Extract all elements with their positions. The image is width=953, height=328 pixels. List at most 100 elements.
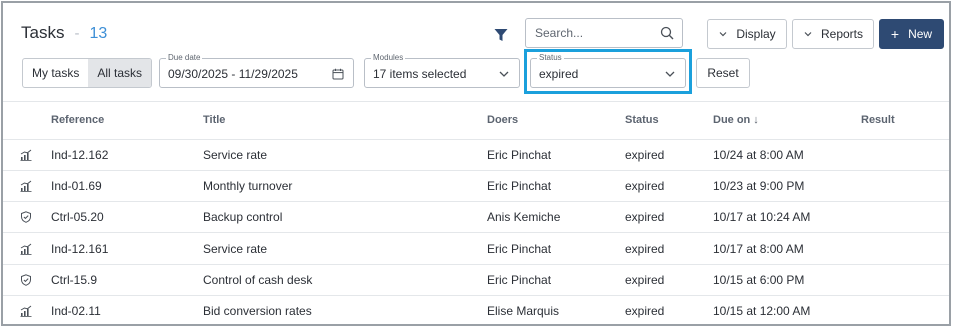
modules-filter[interactable]: Modules 17 items selected (364, 53, 520, 88)
tasks-table: Reference Title Doers Status Due on ↓ Res… (3, 102, 949, 324)
filter-icon[interactable] (494, 28, 508, 42)
doers-cell: Elise Marquis (487, 295, 625, 324)
chevron-down-icon (804, 32, 812, 37)
result-cell (861, 201, 949, 234)
search-input[interactable] (526, 19, 646, 47)
status-cell: expired (625, 139, 713, 171)
row-type-cell (3, 139, 51, 171)
due-date-legend: Due date (166, 53, 203, 63)
new-button[interactable]: + New (879, 19, 944, 49)
title-cell[interactable]: Monthly turnover (203, 170, 487, 203)
due-date-filter[interactable]: Due date 09/30/2025 - 11/29/2025 (159, 53, 354, 88)
col-status-label: Status (625, 114, 659, 127)
row-type-cell (3, 264, 51, 296)
row-type-cell (3, 295, 51, 324)
col-due-on-label: Due on (713, 114, 751, 127)
table-row[interactable]: Ind-12.161 Service rate Eric Pinchat expire… (3, 232, 949, 265)
col-due-on[interactable]: Due on ↓ (713, 102, 861, 140)
table-row[interactable]: Ind-01.69 Monthly turnover Eric Pinchat exp… (3, 170, 949, 203)
plus-icon: + (890, 26, 900, 42)
status-legend: Status (537, 53, 564, 63)
reset-button[interactable]: Reset (696, 58, 750, 88)
page-title: Tasks (21, 23, 65, 42)
col-doers[interactable]: Doers (487, 102, 625, 140)
task-scope-toggle: My tasks All tasks (22, 58, 153, 88)
col-result[interactable]: Result (861, 102, 949, 140)
reference-cell[interactable]: Ind-12.161 (51, 232, 203, 265)
display-button[interactable]: Display (707, 19, 787, 49)
due-on-cell: 10/15 at 12:00 AM (713, 295, 861, 324)
table-row[interactable]: Ind-12.162 Service rate Eric Pinchat expire… (3, 139, 949, 171)
doers-cell: Eric Pinchat (487, 264, 625, 296)
row-type-cell (3, 232, 51, 265)
reference-cell[interactable]: Ind-01.69 (51, 170, 203, 203)
reports-button[interactable]: Reports (792, 19, 874, 49)
col-title-label: Title (203, 114, 226, 127)
col-reference[interactable]: Reference (51, 102, 203, 140)
title-cell[interactable]: Service rate (203, 232, 487, 265)
doers-cell: Eric Pinchat (487, 139, 625, 171)
col-doers-label: Doers (487, 114, 519, 127)
due-date-value: 09/30/2025 - 11/29/2025 (168, 67, 298, 81)
chart-icon (20, 243, 32, 255)
my-tasks-toggle[interactable]: My tasks (23, 59, 88, 87)
search-icon[interactable] (660, 26, 674, 40)
doers-cell: Eric Pinchat (487, 170, 625, 203)
row-type-cell (3, 170, 51, 203)
result-cell (861, 170, 949, 203)
col-status[interactable]: Status (625, 102, 713, 140)
doers-cell: Anis Kemiche (487, 201, 625, 234)
due-on-cell: 10/24 at 8:00 AM (713, 139, 861, 171)
sort-desc-icon[interactable]: ↓ (753, 114, 759, 126)
row-type-cell (3, 201, 51, 234)
title-cell[interactable]: Service rate (203, 139, 487, 171)
reference-cell[interactable]: Ind-12.162 (51, 139, 203, 171)
search-box[interactable] (525, 18, 683, 48)
col-result-label: Result (861, 114, 895, 127)
status-cell: expired (625, 264, 713, 296)
chevron-down-icon (665, 71, 675, 77)
shield-icon (21, 211, 31, 224)
status-cell: expired (625, 170, 713, 203)
status-filter[interactable]: Status expired (530, 53, 686, 88)
doers-cell: Eric Pinchat (487, 232, 625, 265)
status-cell: expired (625, 201, 713, 234)
calendar-icon[interactable] (332, 68, 344, 80)
title-cell[interactable]: Control of cash desk (203, 264, 487, 296)
chart-icon (20, 180, 32, 192)
modules-value: 17 items selected (373, 67, 467, 81)
col-title[interactable]: Title (203, 102, 487, 140)
due-on-cell: 10/17 at 8:00 AM (713, 232, 861, 265)
result-cell (861, 232, 949, 265)
status-value: expired (539, 67, 579, 81)
title-cell[interactable]: Backup control (203, 201, 487, 234)
page-header: Tasks - 13 (21, 23, 107, 43)
reset-label: Reset (707, 66, 739, 80)
chevron-down-icon (719, 32, 727, 37)
shield-icon (21, 274, 31, 286)
result-cell (861, 139, 949, 171)
reference-cell[interactable]: Ind-02.11 (51, 295, 203, 324)
table-row[interactable]: Ctrl-15.9 Control of cash desk Eric Pincha… (3, 264, 949, 296)
display-label: Display (736, 27, 776, 41)
task-count: 13 (89, 25, 108, 42)
table-row[interactable]: Ind-02.11 Bid conversion rates Elise Marqu… (3, 295, 949, 324)
title-separator: - (74, 25, 80, 42)
due-on-cell: 10/17 at 10:24 AM (713, 201, 861, 234)
table-row[interactable]: Ctrl-05.20 Backup control Anis Kemiche expi… (3, 201, 949, 234)
new-label: New (908, 27, 933, 41)
status-cell: expired (625, 232, 713, 265)
reports-label: Reports (820, 27, 864, 41)
col-type (3, 102, 51, 140)
modules-legend: Modules (371, 53, 406, 63)
due-on-cell: 10/15 at 6:00 PM (713, 264, 861, 296)
result-cell (861, 264, 949, 296)
all-tasks-toggle[interactable]: All tasks (88, 59, 152, 87)
reference-cell[interactable]: Ctrl-15.9 (51, 264, 203, 296)
col-reference-label: Reference (51, 114, 105, 127)
title-cell[interactable]: Bid conversion rates (203, 295, 487, 324)
result-cell (861, 295, 949, 324)
chart-icon (20, 149, 32, 161)
due-on-cell: 10/23 at 9:00 PM (713, 170, 861, 203)
reference-cell[interactable]: Ctrl-05.20 (51, 201, 203, 234)
